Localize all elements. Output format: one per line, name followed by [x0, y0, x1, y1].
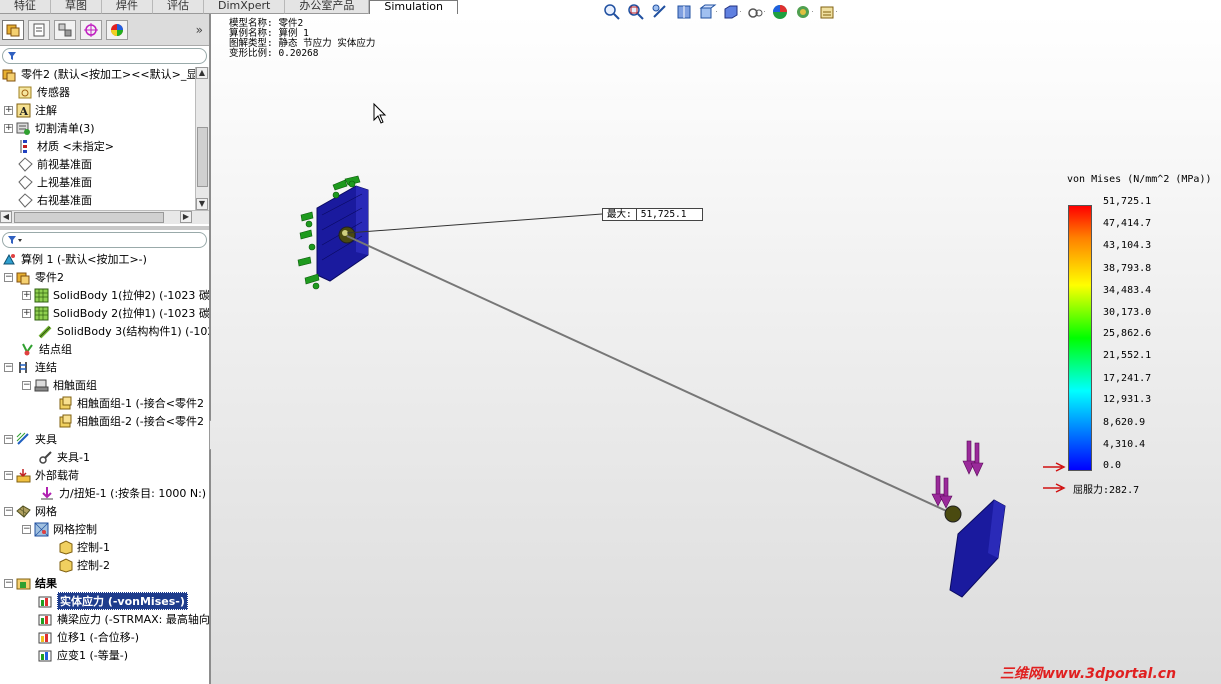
yield-marker-arrow-icon	[1043, 483, 1066, 493]
max-value: 51,725.1	[635, 209, 702, 220]
legend-value: 25,862.6	[1103, 328, 1152, 339]
legend-value: 30,173.0	[1103, 307, 1152, 318]
max-label-leader	[346, 213, 603, 234]
legend-value: 34,483.4	[1103, 285, 1152, 296]
site-watermark: 三维网www.3dportal.cn	[1000, 666, 1177, 682]
mouse-cursor-icon	[373, 102, 387, 124]
stress-color-bar[interactable]	[1068, 205, 1092, 471]
beam-member[interactable]	[346, 235, 954, 515]
legend-value: 47,414.7	[1103, 218, 1152, 229]
yield-strength-label: 屈服力:282.7	[1073, 485, 1140, 496]
max-value-label[interactable]: 最大: 51,725.1	[602, 208, 703, 221]
legend-value: 51,725.1	[1103, 196, 1152, 207]
legend-value: 17,241.7	[1103, 373, 1152, 384]
min-marker-arrow-icon	[1043, 462, 1066, 472]
legend-value: 8,620.9	[1103, 417, 1146, 428]
legend-value: 0.0	[1103, 460, 1122, 471]
legend-value: 4,310.4	[1103, 439, 1146, 450]
legend-title: von Mises (N/mm^2 (MPa))	[1067, 174, 1212, 185]
max-tag: 最大:	[607, 209, 632, 220]
right-joint-node[interactable]	[944, 505, 962, 523]
legend-value: 12,931.3	[1103, 394, 1152, 405]
legend-value: 43,104.3	[1103, 240, 1152, 251]
legend-value: 38,793.8	[1103, 263, 1152, 274]
legend-value: 21,552.1	[1103, 350, 1152, 361]
force-arrows[interactable]	[931, 440, 984, 509]
model-scene	[297, 102, 1066, 598]
